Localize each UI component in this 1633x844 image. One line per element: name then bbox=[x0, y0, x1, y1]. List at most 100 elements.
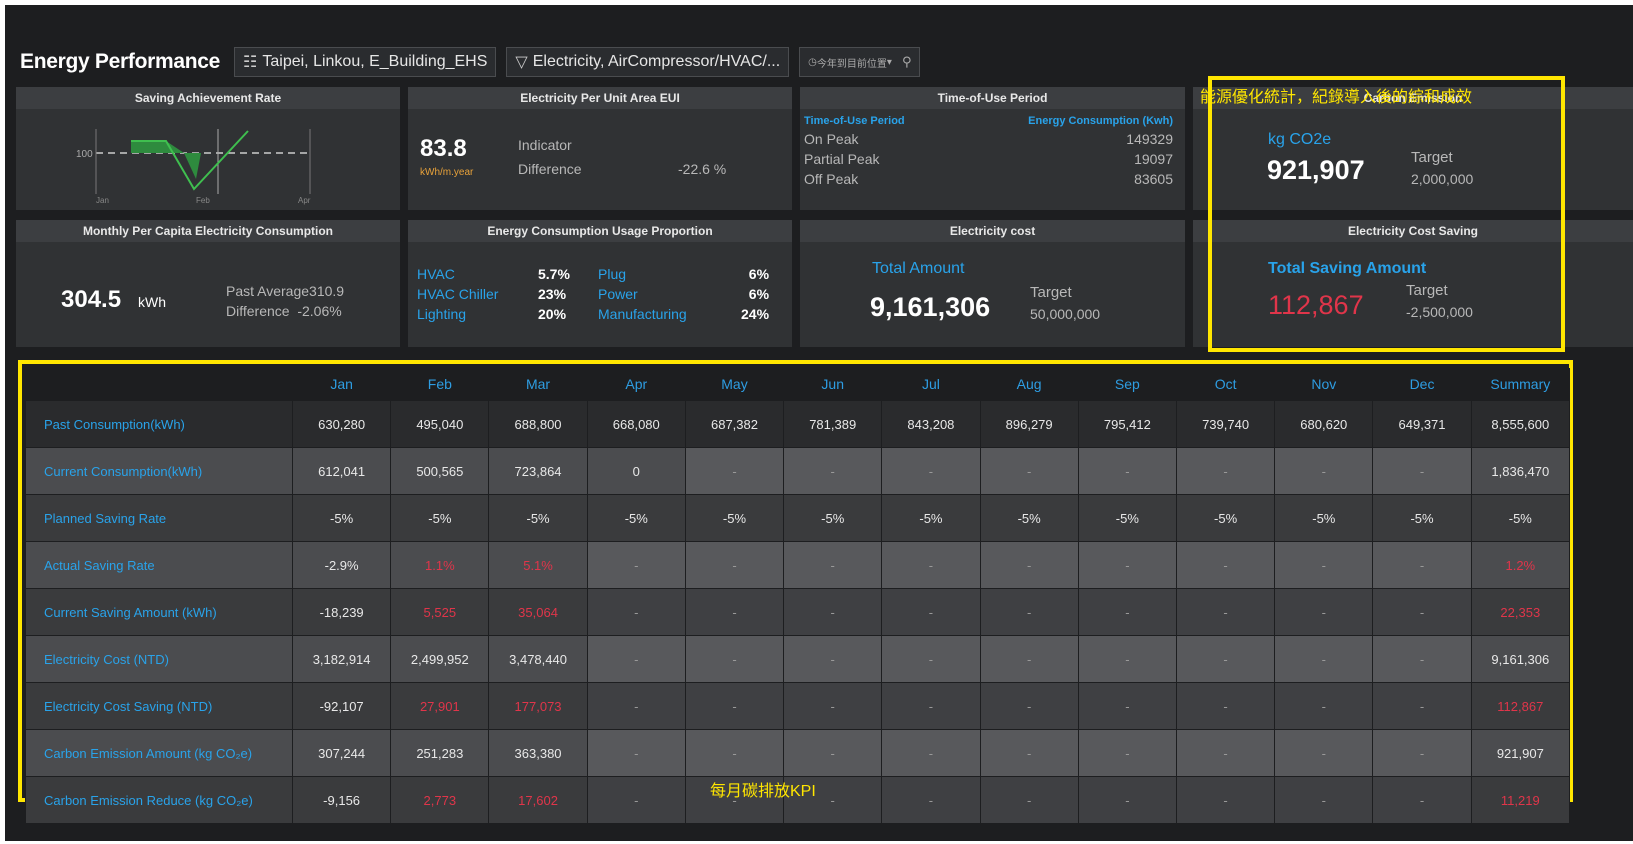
table-cell: - bbox=[684, 541, 785, 589]
table-cell: 495,040 bbox=[390, 400, 490, 448]
column-header: Sep bbox=[1078, 368, 1177, 401]
table-cell: 739,740 bbox=[1175, 400, 1276, 448]
table-cell: - bbox=[684, 635, 785, 683]
row-label: Electricity Cost (NTD) bbox=[25, 635, 293, 683]
x-tick-label: Feb bbox=[196, 196, 210, 205]
filter-label: Electricity, AirCompressor/HVAC/... bbox=[532, 53, 781, 70]
clock-icon: ◷ bbox=[808, 56, 817, 68]
total-amount-value: 9,161,306 bbox=[870, 292, 991, 322]
location-label: Taipei, Linkou, E_Building_EHS bbox=[262, 53, 488, 70]
card-saving-achievement: Saving Achievement Rate 100 Jan Feb Apr bbox=[16, 87, 400, 210]
table-cell: 9,161,306 bbox=[1470, 635, 1571, 683]
column-header: May bbox=[685, 368, 784, 401]
table-cell: - bbox=[1274, 776, 1374, 824]
saving-achievement-chart: 100 Jan Feb Apr bbox=[76, 129, 311, 205]
table-cell: - bbox=[979, 776, 1079, 824]
table-cell: 723,864 bbox=[488, 447, 588, 495]
usage-left-values: 5.7% 23% 20% bbox=[538, 266, 570, 322]
row-label: Actual Saving Rate bbox=[25, 541, 293, 589]
table-cell: - bbox=[979, 729, 1079, 777]
indicator-label: Indicator bbox=[518, 137, 572, 153]
table-cell: -5% bbox=[586, 494, 686, 542]
table-cell: - bbox=[881, 541, 981, 589]
table-cell: 3,478,440 bbox=[488, 635, 588, 683]
table-cell: 5,525 bbox=[390, 588, 490, 636]
table-cell: -92,107 bbox=[291, 682, 392, 730]
row-label: Planned Saving Rate bbox=[25, 494, 293, 542]
usage-right-labels: Plug Power Manufacturing bbox=[598, 266, 687, 322]
table-cell: 630,280 bbox=[291, 400, 392, 448]
tou-row-label: On Peak bbox=[804, 131, 859, 147]
card-usage-proportion: Energy Consumption Usage Proportion HVAC… bbox=[408, 220, 792, 347]
table-cell: - bbox=[1077, 541, 1177, 589]
table-cell: - bbox=[881, 682, 981, 730]
table-cell: 843,208 bbox=[881, 400, 981, 448]
table-cell: - bbox=[1274, 729, 1374, 777]
table-cell: - bbox=[881, 729, 981, 777]
annotation-bottom: 每月碳排放KPI bbox=[710, 783, 816, 800]
column-header: Jan bbox=[292, 368, 391, 401]
column-header: Oct bbox=[1176, 368, 1275, 401]
table-cell: - bbox=[1372, 635, 1472, 683]
table-cell: - bbox=[1175, 541, 1276, 589]
saving-area bbox=[131, 141, 184, 153]
table-cell: - bbox=[586, 682, 686, 730]
search-icon[interactable]: ⚲ bbox=[902, 54, 912, 70]
table-cell: - bbox=[684, 729, 785, 777]
table-cell: - bbox=[1372, 447, 1472, 495]
table-cell: - bbox=[1175, 682, 1276, 730]
table-cell: - bbox=[586, 635, 686, 683]
card-title: Energy Consumption Usage Proportion bbox=[408, 220, 792, 242]
table-row: Current Consumption(kWh) 612,041 500,565 72… bbox=[25, 447, 1571, 495]
table-cell: 649,371 bbox=[1372, 400, 1472, 448]
target-label: Target bbox=[1030, 284, 1072, 301]
filter-selector[interactable]: ▽ Electricity, AirCompressor/HVAC/... bbox=[506, 47, 790, 77]
table-cell: - bbox=[1274, 682, 1374, 730]
table-cell: - bbox=[1077, 635, 1177, 683]
table-cell: 612,041 bbox=[291, 447, 392, 495]
table-cell: -5% bbox=[488, 494, 588, 542]
table-header-row: Jan Feb Mar Apr May Jun Jul Aug Sep Oct Nov Dec Summ… bbox=[25, 368, 1570, 401]
table-cell: -5% bbox=[1274, 494, 1374, 542]
table-cell: - bbox=[586, 588, 686, 636]
table-cell: 2,773 bbox=[390, 776, 490, 824]
table-cell: - bbox=[783, 588, 883, 636]
card-title: Electricity cost bbox=[800, 220, 1185, 242]
table-cell: - bbox=[586, 541, 686, 589]
table-cell: - bbox=[1077, 682, 1177, 730]
table-cell: -5% bbox=[1372, 494, 1472, 542]
table-cell: 22,353 bbox=[1470, 588, 1571, 636]
difference-value: -22.6 % bbox=[678, 161, 727, 177]
table-row: Actual Saving Rate -2.9% 1.1% 5.1% - - - - - - - - -… bbox=[25, 541, 1571, 589]
column-header: Nov bbox=[1274, 368, 1373, 401]
tou-col-header: Energy Consumption (Kwh) bbox=[1028, 115, 1173, 127]
table-cell: 112,867 bbox=[1470, 682, 1571, 730]
table-cell: - bbox=[1372, 541, 1472, 589]
card-title: Monthly Per Capita Electricity Consumpti… bbox=[16, 220, 400, 242]
table-cell: - bbox=[1372, 682, 1472, 730]
table-cell: 668,080 bbox=[586, 400, 686, 448]
location-selector[interactable]: ☷ Taipei, Linkou, E_Building_EHS bbox=[234, 47, 497, 77]
table-cell: - bbox=[1175, 447, 1276, 495]
table-cell: - bbox=[1175, 635, 1276, 683]
table-cell: - bbox=[1077, 588, 1177, 636]
table-cell: 2,499,952 bbox=[390, 635, 490, 683]
table-cell: -5% bbox=[881, 494, 981, 542]
table-corner bbox=[25, 368, 293, 401]
table-cell: - bbox=[1077, 447, 1177, 495]
table-cell: -5% bbox=[684, 494, 785, 542]
table-cell: -5% bbox=[1175, 494, 1276, 542]
table-cell: - bbox=[1077, 776, 1177, 824]
table-cell: 177,073 bbox=[488, 682, 588, 730]
table-cell: 307,244 bbox=[291, 729, 392, 777]
difference-label: Difference bbox=[518, 161, 582, 177]
table-cell: 0 bbox=[586, 447, 686, 495]
energy-dashboard: Energy Performance ☷ Taipei, Linkou, E_B… bbox=[5, 5, 1633, 841]
card-time-of-use: Time-of-Use Period Time-of-Use Period En… bbox=[800, 87, 1185, 210]
time-range-label: 今年到目前位置 bbox=[816, 58, 887, 70]
table-cell: - bbox=[1372, 776, 1472, 824]
time-range-selector[interactable]: ◷ 今年到目前位置 ▾ ⚲ bbox=[799, 47, 921, 77]
column-header: Apr bbox=[587, 368, 686, 401]
card-per-capita: Monthly Per Capita Electricity Consumpti… bbox=[16, 220, 400, 347]
page-title: Energy Performance bbox=[20, 50, 221, 73]
